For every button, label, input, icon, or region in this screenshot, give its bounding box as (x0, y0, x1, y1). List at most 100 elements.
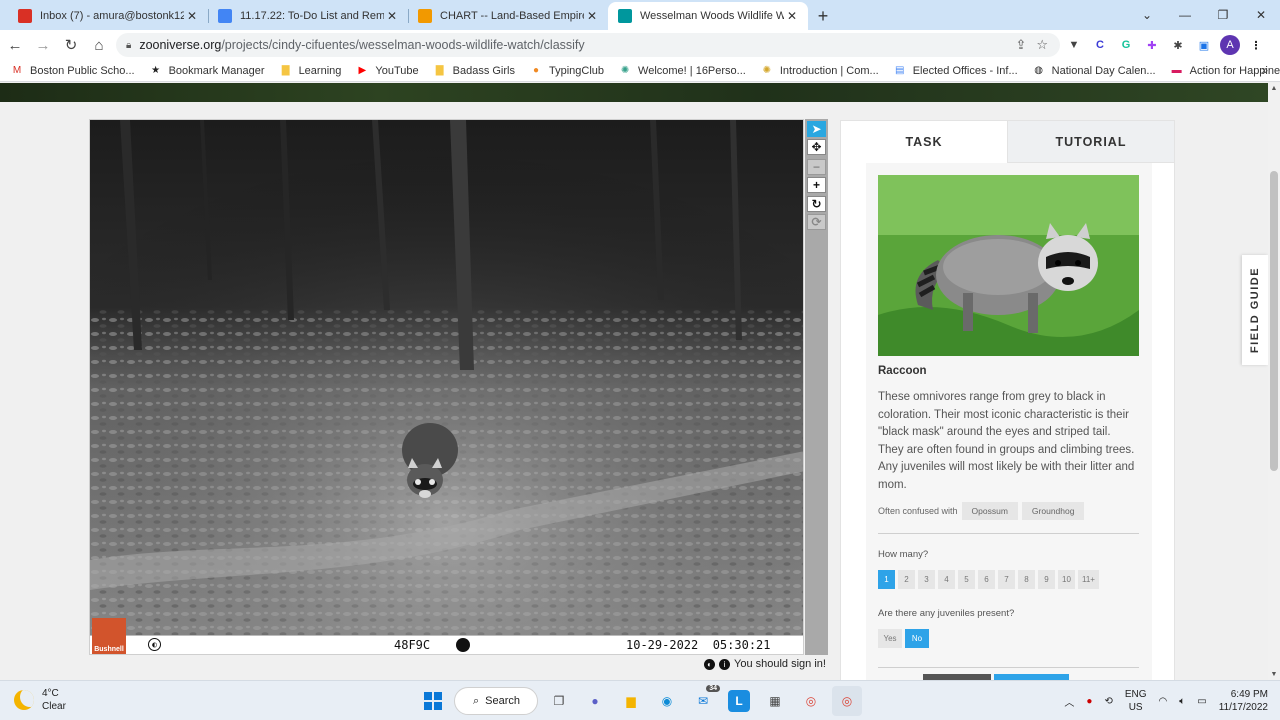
l-app-icon[interactable]: L (728, 690, 750, 712)
scroll-up-icon[interactable]: ▲ (1268, 85, 1280, 92)
browser-tab[interactable]: Wesselman Woods Wildlife Watc✕ (608, 2, 808, 30)
language-indicator[interactable]: ENG US (1125, 688, 1147, 714)
home-icon[interactable]: ⌂ (86, 32, 112, 58)
puzzle-ext-icon[interactable]: ✚ (1142, 35, 1162, 55)
maximize-icon[interactable]: ❐ (1204, 0, 1242, 30)
extensions-icon[interactable]: ✱ (1168, 35, 1188, 55)
close-tab-icon[interactable]: ✕ (184, 9, 200, 23)
page-content: Bushnell ◐ 48F9C 10-29-2022 05:30:21 ➤ ✥… (0, 83, 1280, 680)
how-many-option[interactable]: 11+ (1078, 569, 1099, 589)
bookmark-item[interactable]: ◍ National Day Calen... (1032, 65, 1155, 77)
how-many-option[interactable]: 5 (958, 569, 975, 589)
reload-icon[interactable]: ↻ (58, 32, 84, 58)
subject-viewer[interactable]: Bushnell ◐ 48F9C 10-29-2022 05:30:21 (89, 119, 804, 655)
bookmarks-overflow-icon[interactable]: » (1261, 63, 1268, 77)
sidepanel-icon[interactable]: ▣ (1194, 35, 1214, 55)
bookmark-item[interactable]: ▤ Elected Offices - Inf... (893, 65, 1018, 77)
tray-app-icon[interactable]: ● (1086, 696, 1092, 707)
sync-icon[interactable]: ⟲ (1104, 696, 1112, 707)
tab-task[interactable]: TASK (841, 121, 1007, 163)
task-view-icon[interactable]: ❐ (544, 686, 574, 716)
how-many-option[interactable]: 8 (1018, 569, 1035, 589)
mail-icon[interactable]: ✉ 34 (688, 685, 720, 716)
bookmark-item[interactable]: ★ Bookmark Manager (149, 65, 264, 77)
folder-icon: ▇ (435, 65, 444, 76)
signin-text[interactable]: You should sign in! (734, 658, 826, 670)
tray-overflow-icon[interactable]: ︿ (1064, 694, 1074, 709)
how-many-option[interactable]: 9 (1038, 569, 1055, 589)
how-many-option[interactable]: 3 (918, 569, 935, 589)
c-extension-icon[interactable]: C (1090, 35, 1110, 55)
store-icon[interactable]: ▦ (760, 686, 790, 716)
url-text: zooniverse.org/projects/cindy-cifuentes/… (139, 38, 584, 52)
bookmark-item[interactable]: ▇ Badass Girls (433, 65, 515, 77)
close-tab-icon[interactable]: ✕ (784, 9, 800, 23)
back-icon[interactable]: ← (2, 32, 28, 58)
close-tab-icon[interactable]: ✕ (584, 9, 600, 23)
taskbar-apps: ⌕ Search ❐ ● ▆ ◉ ✉ 34 L ▦ ◎ ◎ (418, 685, 862, 717)
tab-tutorial[interactable]: TUTORIAL (1007, 121, 1174, 163)
close-tab-icon[interactable]: ✕ (384, 9, 400, 23)
bookmark-item[interactable]: ▶ YouTube (355, 65, 419, 77)
profile-avatar[interactable]: A (1220, 35, 1240, 55)
volume-icon[interactable]: 🔈︎ (1179, 696, 1185, 707)
chrome-profile-icon[interactable]: ◎ (832, 686, 862, 716)
contrast-icon[interactable]: ◐ (704, 658, 715, 670)
weather-widget[interactable]: 4°C Clear (14, 687, 66, 713)
edge-icon[interactable]: ◉ (652, 686, 682, 716)
share-icon[interactable]: ⇪ (1015, 37, 1026, 53)
tab-search-icon[interactable]: ⌄ (1128, 0, 1166, 30)
zoom-in-icon[interactable]: + (807, 177, 826, 193)
browser-tab[interactable]: CHART -- Land-Based Empires (C✕ (408, 2, 608, 30)
bookmark-item[interactable]: M Boston Public Scho... (10, 65, 135, 77)
page-scrollbar[interactable]: ▲ ▼ (1268, 83, 1280, 680)
how-many-option[interactable]: 1 (878, 569, 895, 589)
windows-start-icon[interactable] (418, 686, 448, 716)
wifi-icon[interactable]: ◠ (1159, 696, 1168, 707)
pointer-tool-icon[interactable]: ➤ (807, 121, 826, 137)
confused-chip-opossum[interactable]: Opossum (961, 501, 1018, 520)
new-tab-button[interactable]: + (808, 2, 838, 30)
chrome-icon[interactable]: ◎ (796, 686, 826, 716)
clock[interactable]: 6:49 PM 11/17/2022 (1219, 688, 1268, 714)
how-many-option[interactable]: 6 (978, 569, 995, 589)
confused-chip-groundhog[interactable]: Groundhog (1021, 501, 1085, 520)
how-many-option[interactable]: 4 (938, 569, 955, 589)
reset-icon[interactable]: ⟳ (807, 214, 826, 230)
scroll-down-icon[interactable]: ▼ (1268, 671, 1280, 678)
close-window-icon[interactable]: ✕ (1242, 0, 1280, 30)
lock-icon[interactable]: 🔒︎ (126, 40, 131, 51)
teams-chat-icon[interactable]: ● (580, 686, 610, 716)
bookmark-star-icon[interactable]: ☆ (1036, 37, 1048, 53)
how-many-option[interactable]: 10 (1058, 569, 1075, 589)
bookmark-item[interactable]: ▇ Learning (279, 65, 342, 77)
bookmark-item[interactable]: ✺ Introduction | Com... (760, 65, 879, 77)
rotate-icon[interactable]: ↻ (807, 196, 826, 212)
browser-tab[interactable]: 11.17.22: To-Do List and Remind ✕ (208, 2, 408, 30)
system-tray: ︿ ● ⟲ ENG US ◠ 🔈︎ ▭ 6:49 PM 11/17/2022 (1064, 687, 1268, 715)
bookmark-item[interactable]: ✺ Welcome! | 16Perso... (618, 65, 746, 77)
move-tool-icon[interactable]: ✥ (807, 139, 826, 155)
capture-timestamp: 10-29-2022 05:30:21 (626, 638, 771, 652)
bookmark-item[interactable]: ● TypingClub (529, 65, 604, 77)
shield-icon[interactable]: ▼ (1064, 35, 1084, 55)
field-guide-tab[interactable]: FIELD GUIDE (1242, 255, 1268, 365)
taskbar-search[interactable]: ⌕ Search (454, 687, 538, 715)
minimize-icon[interactable]: — (1166, 0, 1204, 30)
address-bar[interactable]: 🔒︎ zooniverse.org/projects/cindy-cifuent… (116, 33, 1060, 57)
file-explorer-icon[interactable]: ▆ (616, 686, 646, 716)
star-icon: ★ (151, 65, 161, 76)
zoom-out-icon[interactable]: − (807, 159, 826, 175)
scroll-thumb[interactable] (1270, 171, 1278, 471)
juveniles-option-no[interactable]: No (905, 628, 929, 648)
info-icon[interactable]: i (719, 658, 730, 670)
forward-icon[interactable]: → (30, 32, 56, 58)
how-many-option[interactable]: 2 (898, 569, 915, 589)
how-many-option[interactable]: 7 (998, 569, 1015, 589)
grammarly-icon[interactable]: G (1116, 35, 1136, 55)
menu-kebab-icon[interactable]: ⋮ (1246, 35, 1266, 55)
battery-icon[interactable]: ▭ (1197, 696, 1206, 707)
juveniles-option-yes[interactable]: Yes (878, 628, 902, 648)
bushnell-logo: Bushnell (92, 618, 126, 654)
browser-tab[interactable]: Inbox (7) - amura@bostonk12.or ✕ (8, 2, 208, 30)
